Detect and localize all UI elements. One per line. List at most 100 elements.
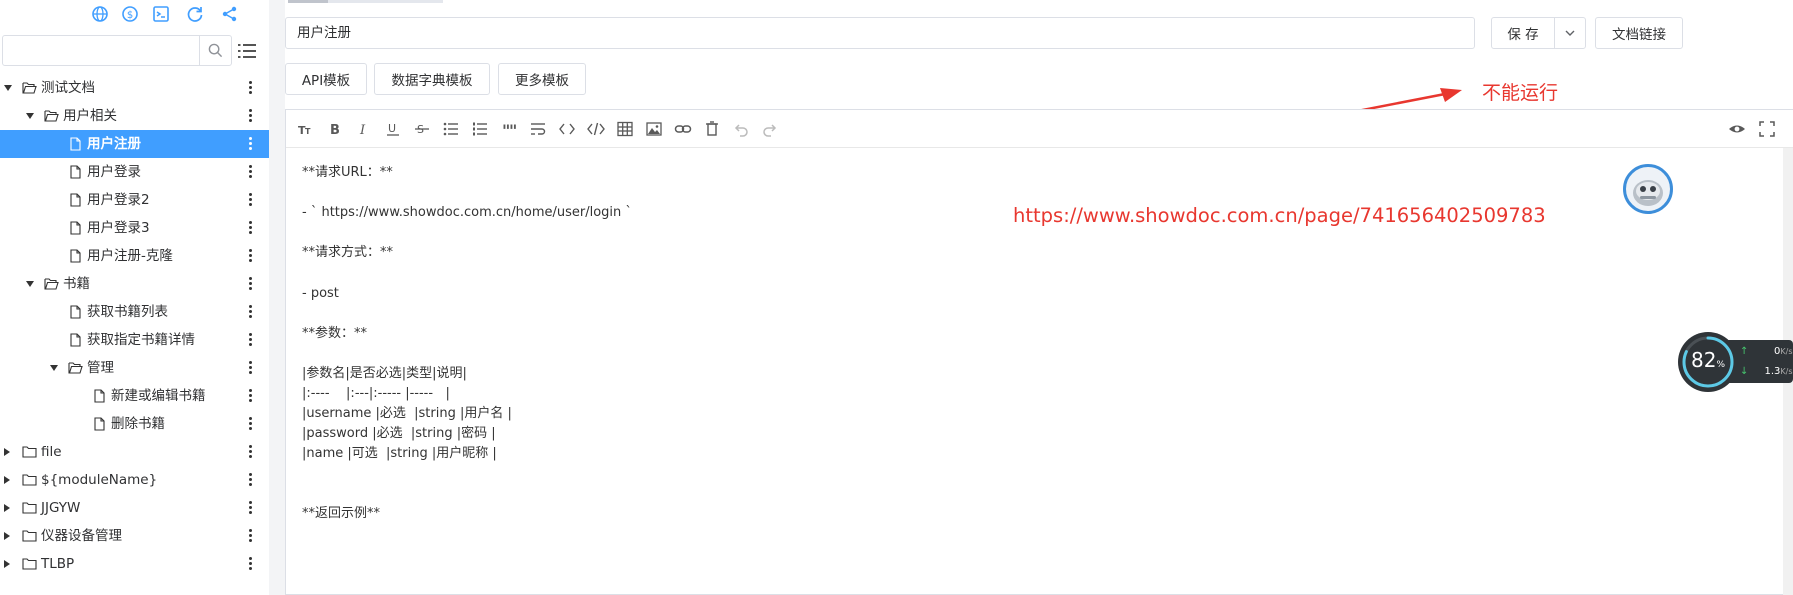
link-icon[interactable]: [674, 120, 692, 138]
editor-toolbar: TT B I U S "": [286, 110, 1793, 148]
tree-folder[interactable]: 用户相关: [0, 102, 269, 130]
underline-icon[interactable]: U: [384, 120, 402, 138]
folder-icon: [22, 474, 37, 486]
save-button[interactable]: 保 存: [1491, 17, 1555, 49]
tree-item-label: 仪器设备管理: [41, 528, 122, 544]
list-toggle-icon[interactable]: [236, 40, 258, 62]
tree-folder[interactable]: file: [0, 438, 269, 466]
tree-page[interactable]: 用户注册: [0, 130, 269, 158]
more-vertical-icon[interactable]: [249, 443, 253, 461]
caret-down-icon[interactable]: [26, 113, 34, 119]
cpu-percent: 82%: [1690, 348, 1725, 372]
more-vertical-icon[interactable]: [249, 163, 253, 181]
refresh-icon[interactable]: [185, 4, 205, 24]
tree-folder[interactable]: 仪器设备管理: [0, 522, 269, 550]
caret-down-icon[interactable]: [4, 85, 12, 91]
caret-right-icon[interactable]: [4, 476, 10, 484]
more-vertical-icon[interactable]: [249, 219, 253, 237]
caret-right-icon[interactable]: [4, 532, 10, 540]
more-templates-button[interactable]: 更多模板: [498, 63, 586, 95]
wrap-text-icon[interactable]: [529, 120, 547, 138]
more-vertical-icon[interactable]: [249, 135, 253, 153]
tree-page[interactable]: 用户登录: [0, 158, 269, 186]
catalog-tree: 测试文档 用户相关用户注册用户登录 用户登录2 用户登录3 用户注册-克隆 书籍 获取书籍列…: [0, 74, 269, 578]
more-vertical-icon[interactable]: [249, 191, 253, 209]
more-vertical-icon[interactable]: [249, 555, 253, 573]
caret-right-icon[interactable]: [4, 560, 10, 568]
tree-page[interactable]: 删除书籍: [0, 410, 269, 438]
more-vertical-icon[interactable]: [249, 499, 253, 517]
more-vertical-icon[interactable]: [249, 527, 253, 545]
strikethrough-icon[interactable]: S: [413, 120, 431, 138]
more-vertical-icon[interactable]: [249, 107, 253, 125]
folder-open-icon: [22, 82, 37, 94]
share-icon[interactable]: [220, 4, 240, 24]
more-vertical-icon[interactable]: [249, 275, 253, 293]
file-icon: [70, 221, 81, 235]
tree-page[interactable]: 用户注册-克隆: [0, 242, 269, 270]
italic-icon[interactable]: I: [355, 120, 373, 138]
caret-right-icon[interactable]: [4, 448, 10, 456]
quote-icon[interactable]: " ": [500, 120, 518, 140]
file-icon: [70, 249, 81, 263]
tree-folder[interactable]: ${moduleName}: [0, 466, 269, 494]
caret-down-icon[interactable]: [50, 365, 58, 371]
tree-page[interactable]: 用户登录2: [0, 186, 269, 214]
dollar-icon[interactable]: $: [120, 4, 140, 24]
globe-icon[interactable]: [90, 4, 110, 24]
more-vertical-icon[interactable]: [249, 247, 253, 265]
table-icon[interactable]: [616, 120, 634, 138]
image-icon[interactable]: [645, 120, 663, 138]
header-icon[interactable]: TT: [297, 120, 315, 138]
svg-text:": ": [509, 121, 517, 138]
file-icon: [70, 193, 81, 207]
tree-search-input[interactable]: [3, 36, 199, 65]
tree-folder[interactable]: 管理: [0, 354, 269, 382]
more-vertical-icon[interactable]: [249, 359, 253, 377]
robot-avatar[interactable]: [1623, 164, 1673, 214]
folder-icon: [22, 502, 37, 514]
redo-icon[interactable]: [761, 120, 779, 138]
caret-down-icon[interactable]: [26, 281, 34, 287]
network-speed-widget: 82% ↑ 0K/s ↓ 1.3K/s: [1678, 332, 1793, 392]
tree-page[interactable]: 获取指定书籍详情: [0, 326, 269, 354]
code-block-icon[interactable]: [587, 120, 605, 138]
tree-search-box: [2, 35, 232, 66]
data-dictionary-template-button[interactable]: 数据字典模板: [374, 63, 490, 95]
page-title-input[interactable]: 用户注册: [285, 17, 1475, 49]
more-vertical-icon[interactable]: [249, 415, 253, 433]
tree-folder[interactable]: JJGYW: [0, 494, 269, 522]
tree-folder[interactable]: TLBP: [0, 550, 269, 578]
tree-page[interactable]: 获取书籍列表: [0, 298, 269, 326]
tree-folder[interactable]: 测试文档: [0, 74, 269, 102]
more-vertical-icon[interactable]: [249, 471, 253, 489]
fullscreen-icon[interactable]: [1758, 120, 1776, 138]
folder-open-icon: [44, 110, 59, 122]
tree-page[interactable]: 新建或编辑书籍: [0, 382, 269, 410]
file-icon: [70, 165, 81, 179]
more-vertical-icon[interactable]: [249, 303, 253, 321]
delete-icon[interactable]: [703, 120, 721, 138]
code-icon[interactable]: [558, 120, 576, 138]
more-vertical-icon[interactable]: [249, 387, 253, 405]
more-vertical-icon[interactable]: [249, 79, 253, 97]
folder-icon: [22, 446, 37, 458]
tree-item-label: 用户注册: [87, 136, 141, 152]
doc-link-button[interactable]: 文档链接: [1595, 17, 1683, 49]
editor-line: - post: [302, 286, 339, 301]
tree-folder[interactable]: 书籍: [0, 270, 269, 298]
bold-icon[interactable]: B: [326, 120, 344, 138]
caret-right-icon[interactable]: [4, 504, 10, 512]
undo-icon[interactable]: [732, 120, 750, 138]
unordered-list-icon[interactable]: [442, 120, 460, 138]
more-vertical-icon[interactable]: [249, 331, 253, 349]
editor-line: |password |必选 |string |密码 |: [302, 426, 496, 441]
terminal-icon[interactable]: [151, 4, 171, 24]
ordered-list-icon[interactable]: [471, 120, 489, 138]
api-template-button[interactable]: API模板: [285, 63, 367, 95]
save-dropdown-button[interactable]: [1554, 17, 1586, 49]
search-button[interactable]: [199, 36, 231, 65]
preview-eye-icon[interactable]: [1728, 120, 1746, 138]
tree-page[interactable]: 用户登录3: [0, 214, 269, 242]
tab-strip: [288, 0, 443, 3]
